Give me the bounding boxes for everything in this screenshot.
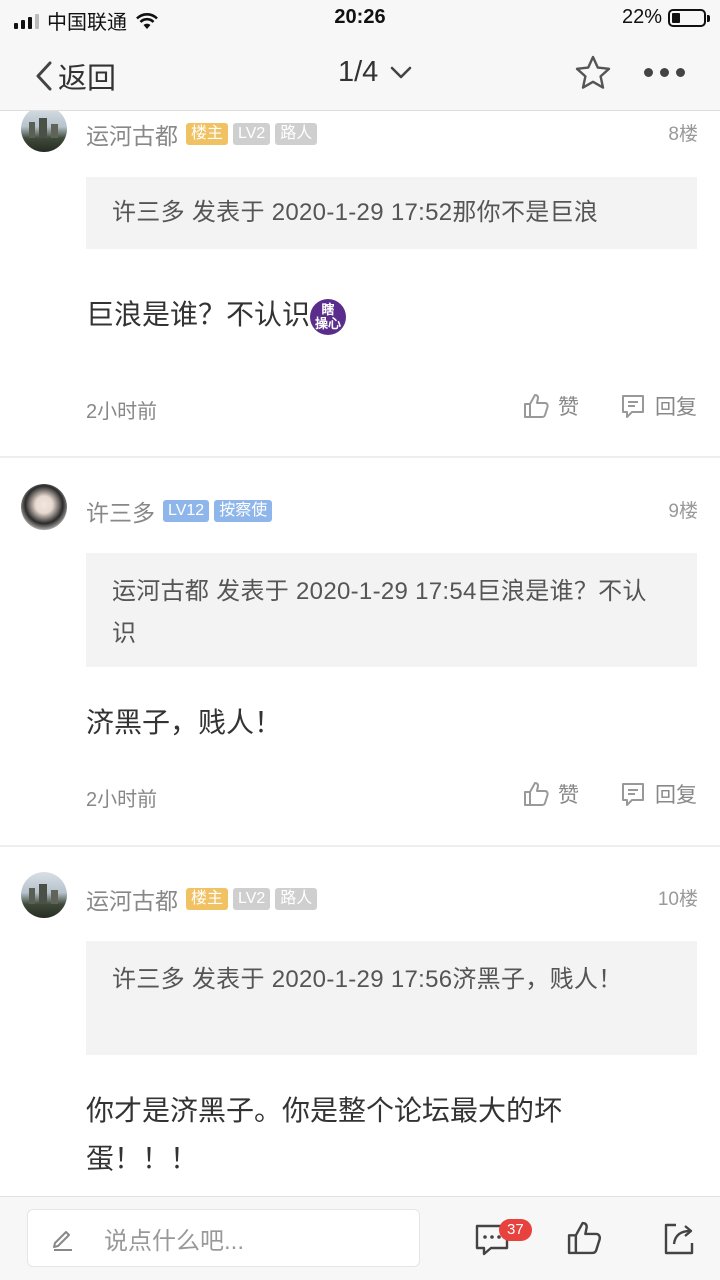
like-button[interactable]: 赞 xyxy=(522,779,579,809)
floor-number: 10楼 xyxy=(657,889,698,910)
pencil-icon xyxy=(53,1231,72,1251)
avatar[interactable] xyxy=(21,484,67,530)
avatar[interactable] xyxy=(21,111,67,152)
level-badge: LV2 xyxy=(233,123,271,145)
rank-badge: 路人 xyxy=(275,888,318,910)
reply-label: 回复 xyxy=(655,784,697,807)
avatar[interactable] xyxy=(21,872,67,918)
quote-block: 运河古都 发表于 2020-1-29 17:54巨浪是谁？不认识 xyxy=(86,553,697,667)
like-button[interactable]: 赞 xyxy=(522,391,579,421)
thread-content: 运河古都 楼主 LV2 路人 8楼 许三多 发表于 2020-1-29 17:5… xyxy=(0,111,720,1196)
divider xyxy=(0,845,720,847)
post-time: 2小时前 xyxy=(86,789,158,811)
floor-number: 9楼 xyxy=(668,501,698,522)
comment-count-badge: 37 xyxy=(499,1219,532,1241)
thumbs-up-icon xyxy=(524,782,549,806)
share-icon[interactable] xyxy=(662,1221,696,1257)
level-badge: LV12 xyxy=(163,500,210,522)
comment-placeholder: 说点什么吧... xyxy=(104,1227,245,1255)
page-indicator: 1/4 xyxy=(338,56,379,88)
author-name[interactable]: 许三多 xyxy=(86,494,155,528)
thumbs-up-icon xyxy=(524,394,549,418)
status-bar: 中国联通 20:26 22% xyxy=(0,0,720,36)
back-label: 返回 xyxy=(58,63,117,95)
back-button[interactable]: 返回 xyxy=(34,55,116,97)
clock: 20:26 xyxy=(334,6,386,28)
rank-badge: 按察使 xyxy=(214,500,273,522)
comment-icon xyxy=(622,783,644,806)
reply-label: 回复 xyxy=(655,396,697,419)
quote-block: 许三多 发表于 2020-1-29 17:52那你不是巨浪 xyxy=(86,177,697,249)
comment-input[interactable]: 说点什么吧... xyxy=(27,1209,420,1267)
post-body: 你才是济黑子。你是整个论坛最大的坏蛋！！！ xyxy=(86,1095,563,1174)
divider xyxy=(0,456,720,458)
comment-icon xyxy=(622,395,644,418)
bottom-bar: 说点什么吧... 37 xyxy=(0,1196,720,1280)
reply-button[interactable]: 回复 xyxy=(619,391,697,421)
post-time: 2小时前 xyxy=(86,401,158,423)
like-label: 赞 xyxy=(558,784,579,807)
owner-badge: 楼主 xyxy=(186,888,229,910)
page-selector[interactable]: 1/4 xyxy=(338,56,412,89)
floor-number: 8楼 xyxy=(668,124,698,145)
battery-icon xyxy=(668,8,710,27)
author-name[interactable]: 运河古都 xyxy=(86,117,178,151)
post-body-text: 巨浪是谁？不认识 xyxy=(86,299,311,330)
emoji-sticker: 瞎操心 xyxy=(310,298,347,335)
rank-badge: 路人 xyxy=(275,123,318,145)
owner-badge: 楼主 xyxy=(186,123,229,145)
author-name[interactable]: 运河古都 xyxy=(86,882,178,916)
post-body: 巨浪是谁？不认识瞎操心 xyxy=(86,291,697,339)
like-label: 赞 xyxy=(558,396,579,419)
nav-bar: 返回 1/4 xyxy=(0,36,720,111)
battery-percent: 22% xyxy=(621,6,662,28)
post-body: 济黑子，贱人！ xyxy=(86,707,283,738)
level-badge: LV2 xyxy=(233,888,271,910)
chevron-left-icon xyxy=(36,61,52,91)
quote-block: 许三多 发表于 2020-1-29 17:56济黑子，贱人！ xyxy=(86,941,697,1055)
reply-button[interactable]: 回复 xyxy=(619,779,697,809)
chevron-down-icon xyxy=(391,66,412,78)
thumbs-up-icon[interactable] xyxy=(565,1219,603,1257)
more-icon[interactable] xyxy=(644,68,685,77)
star-icon[interactable] xyxy=(574,54,612,92)
